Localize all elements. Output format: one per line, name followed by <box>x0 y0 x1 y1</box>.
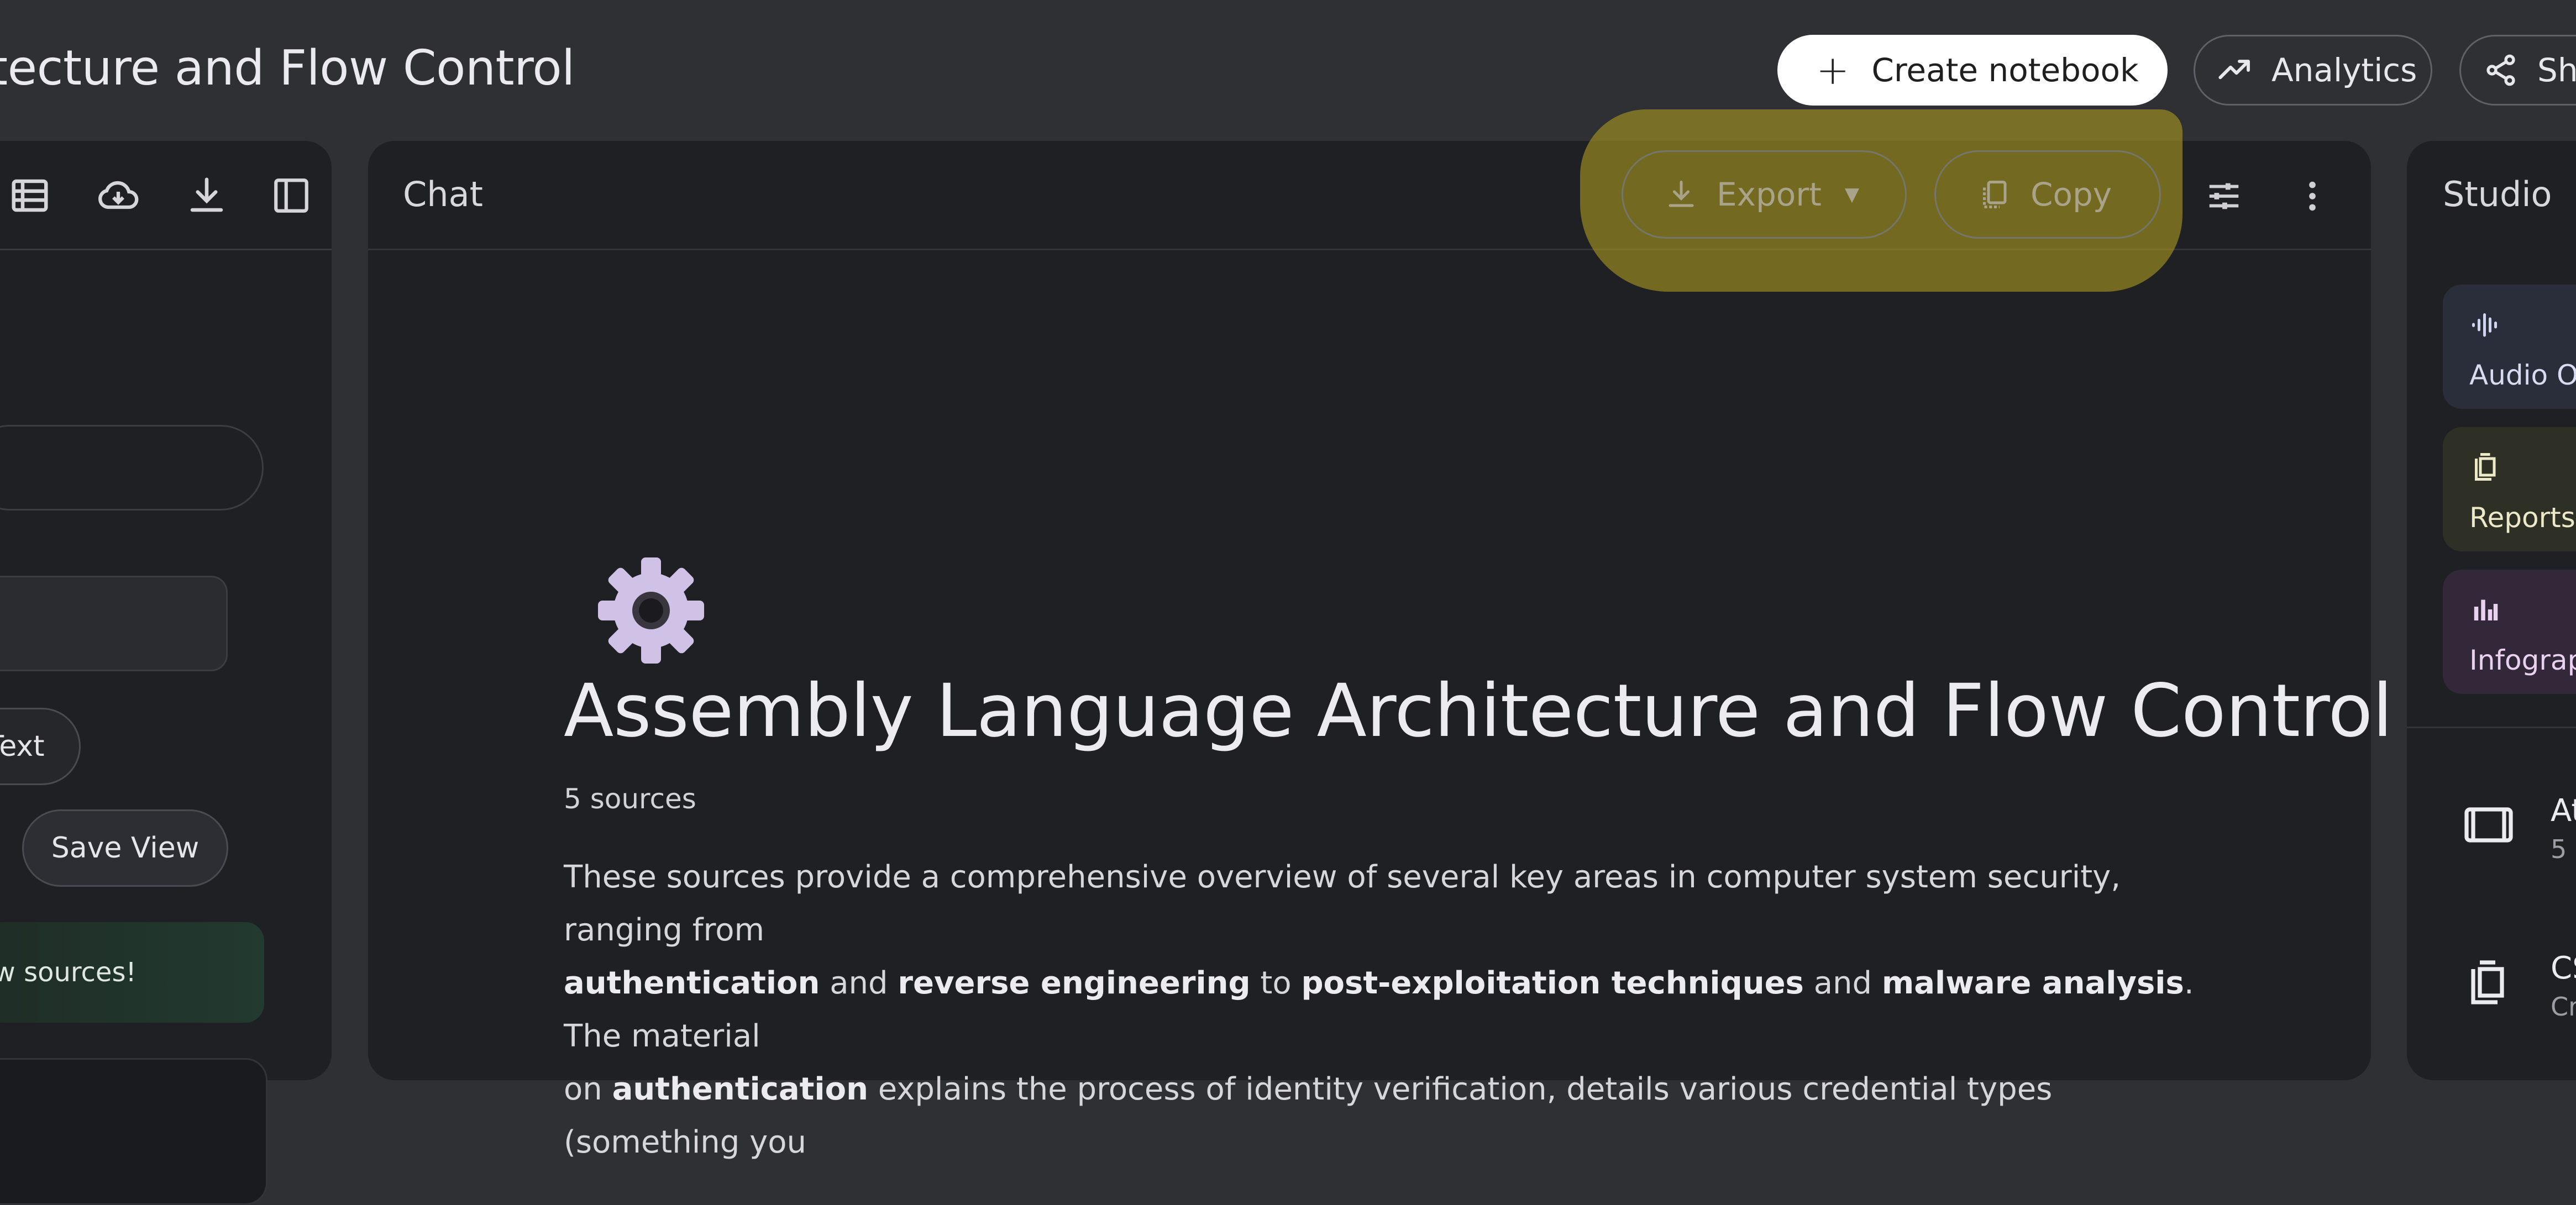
download-icon <box>1669 181 1694 207</box>
share-icon <box>2486 54 2515 86</box>
studio-card-label: Audio Ov <box>2469 359 2576 391</box>
tune-icon[interactable] <box>2199 171 2249 221</box>
export-button[interactable]: Export ▼ <box>1622 150 1907 239</box>
trending-up-icon <box>2218 60 2250 80</box>
dropdown-arrow-icon: ▼ <box>1844 183 1860 206</box>
cloud-download-icon[interactable] <box>95 172 141 219</box>
copy-button[interactable]: Copy <box>1934 150 2161 239</box>
sources-panel: Text Save View l new sources! <box>0 141 332 1205</box>
studio-item-subtitle: Cr <box>2551 992 2576 1022</box>
banner-text: l new sources! <box>0 957 137 988</box>
new-sources-banner[interactable]: l new sources! <box>0 922 264 1023</box>
source-count: 5 sources <box>564 783 696 815</box>
share-button[interactable]: Sha <box>2459 35 2576 106</box>
emphasis: authentication <box>612 1071 868 1107</box>
studio-label: Studio <box>2443 174 2552 214</box>
studio-item-subtitle: 5 s <box>2551 834 2576 864</box>
reports-icon <box>2471 960 2504 1004</box>
emphasis: reverse engineering <box>898 965 1251 1001</box>
gear-icon <box>596 555 706 668</box>
plus-icon: + <box>1816 47 1850 93</box>
emphasis: authentication <box>564 965 820 1001</box>
analytics-label: Analytics <box>2271 51 2417 89</box>
studio-card-label: Infograp <box>2469 644 2576 676</box>
reports-icon <box>2475 453 2496 481</box>
source-input-box[interactable] <box>0 576 228 671</box>
studio-item-title: CS <box>2551 950 2576 986</box>
more-vert-icon[interactable] <box>2288 171 2337 221</box>
document-title: Assembly Language Architecture and Flow … <box>564 669 2393 754</box>
chat-label: Chat <box>403 174 483 214</box>
summary-fragment: on <box>564 1071 612 1107</box>
chat-header: Chat Export ▼ Copy <box>368 109 2371 292</box>
top-bar: tecture and Flow Control + Create notebo… <box>0 0 2576 141</box>
source-card[interactable] <box>0 1058 267 1205</box>
notebook-title[interactable]: tecture and Flow Control <box>0 40 575 96</box>
emphasis: post-exploitation techniques <box>1301 965 1804 1001</box>
summary-fragment: and <box>1803 965 1882 1001</box>
studio-panel: Studio Audio Ov Reports Infograp At 5 s … <box>2407 141 2576 1080</box>
save-view-button[interactable]: Save View <box>22 809 228 887</box>
source-search-input[interactable] <box>0 425 264 511</box>
summary-text: These sources provide a comprehensive ov… <box>564 851 2200 1169</box>
chat-panel: Chat Export ▼ Copy Assembly Language Arc… <box>368 109 2393 1160</box>
studio-item-title: At <box>2551 793 2576 829</box>
film-icon <box>2464 807 2513 843</box>
summary-fragment: to <box>1250 965 1302 1001</box>
export-label: Export <box>1717 176 1822 213</box>
sources-toolbar <box>0 141 332 250</box>
bar-chart-icon <box>2474 599 2498 620</box>
table-icon[interactable] <box>7 172 53 219</box>
summary-fragment: and <box>820 965 898 1001</box>
copy-icon <box>1983 181 2007 208</box>
audio-overview-card[interactable]: Audio Ov <box>2443 285 2576 409</box>
copy-label: Copy <box>2031 176 2112 213</box>
create-notebook-button[interactable]: + Create notebook <box>1777 35 2168 106</box>
summary-line-1: These sources provide a comprehensive ov… <box>564 859 2121 948</box>
studio-card-label: Reports <box>2469 502 2575 534</box>
summary-line-3: on authentication explains the process o… <box>564 1063 2200 1169</box>
audio-wave-icon <box>2472 313 2497 337</box>
side-panel-icon[interactable] <box>268 172 314 219</box>
emphasis: malware analysis <box>1881 965 2184 1001</box>
download-icon[interactable] <box>183 172 230 219</box>
reports-card[interactable]: Reports <box>2443 427 2576 551</box>
text-chip[interactable]: Text <box>0 708 81 785</box>
studio-divider <box>2407 727 2576 728</box>
analytics-button[interactable]: Analytics <box>2194 35 2432 106</box>
summary-line-2: authentication and reverse engineering t… <box>564 957 2200 1063</box>
create-notebook-label: Create notebook <box>1871 51 2139 89</box>
share-label: Sha <box>2537 51 2576 89</box>
infographic-card[interactable]: Infograp <box>2443 570 2576 694</box>
